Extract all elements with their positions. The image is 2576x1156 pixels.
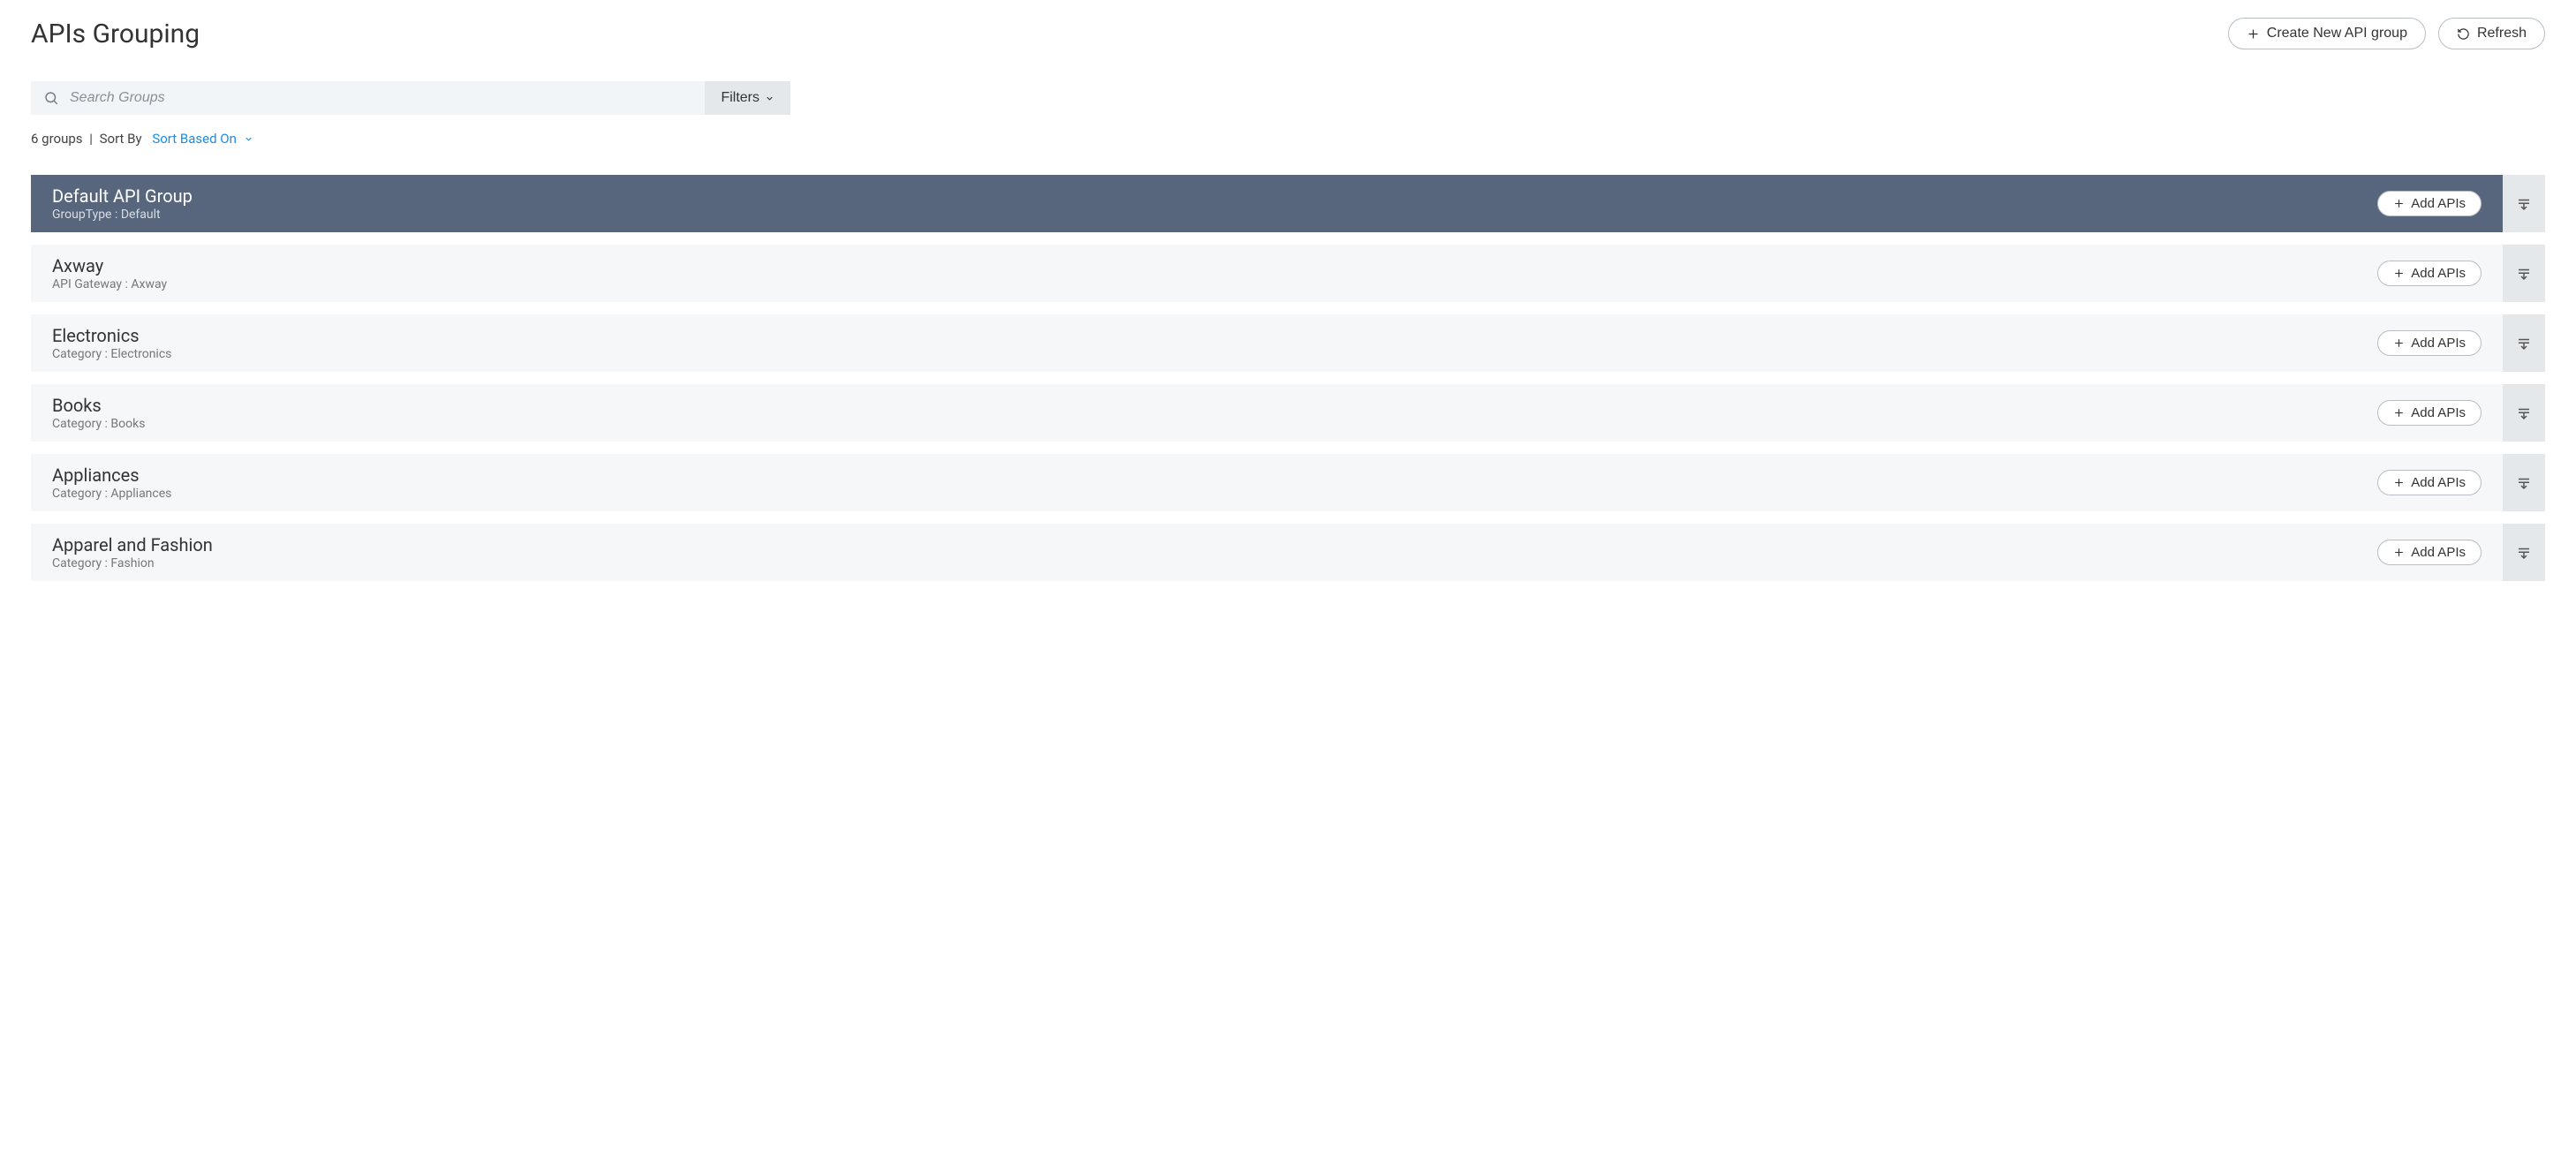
group-row: ElectronicsCategory : Electronics Add API…: [31, 314, 2545, 372]
add-apis-button[interactable]: Add APIs: [2377, 540, 2482, 565]
plus-icon: [2393, 198, 2405, 209]
chevron-down-icon: [244, 134, 253, 144]
expand-group-button[interactable]: [2503, 524, 2545, 581]
group-title: Axway: [52, 255, 167, 276]
add-apis-label: Add APIs: [2411, 196, 2466, 211]
sort-based-on-link[interactable]: Sort Based On: [152, 131, 253, 147]
group-subtitle: Category : Fashion: [52, 556, 213, 570]
group-subtitle: API Gateway : Axway: [52, 277, 167, 291]
group-row: BooksCategory : Books Add APIs: [31, 384, 2545, 442]
group-count: 6 groups: [31, 131, 83, 147]
filters-label: Filters: [721, 90, 759, 106]
group-main[interactable]: BooksCategory : Books Add APIs: [31, 384, 2503, 442]
expand-down-icon: [2516, 266, 2532, 282]
add-apis-label: Add APIs: [2411, 475, 2466, 490]
create-new-api-group-button[interactable]: Create New API group: [2228, 18, 2426, 49]
expand-down-icon: [2516, 405, 2532, 421]
refresh-icon: [2457, 27, 2470, 41]
create-button-label: Create New API group: [2267, 26, 2407, 42]
expand-down-icon: [2516, 545, 2532, 561]
search-input[interactable]: [70, 90, 692, 106]
expand-group-button[interactable]: [2503, 245, 2545, 302]
group-subtitle: GroupType : Default: [52, 208, 193, 222]
add-apis-label: Add APIs: [2411, 266, 2466, 281]
page-title: APIs Grouping: [31, 19, 200, 49]
search-container: [31, 81, 705, 115]
separator: |: [87, 131, 96, 147]
expand-group-button[interactable]: [2503, 454, 2545, 511]
sort-by-label: Sort By: [100, 131, 142, 147]
sort-link-label: Sort Based On: [152, 131, 237, 147]
group-row: Default API GroupGroupType : Default Add …: [31, 175, 2545, 232]
group-main[interactable]: AppliancesCategory : Appliances Add APIs: [31, 454, 2503, 511]
page-header: APIs Grouping Create New API group Refre…: [31, 18, 2545, 49]
group-main[interactable]: ElectronicsCategory : Electronics Add API…: [31, 314, 2503, 372]
group-info: AppliancesCategory : Appliances: [52, 465, 171, 501]
group-main[interactable]: Default API GroupGroupType : Default Add …: [31, 175, 2503, 232]
group-main[interactable]: Apparel and FashionCategory : Fashion Add…: [31, 524, 2503, 581]
group-subtitle: Category : Electronics: [52, 347, 171, 361]
group-info: BooksCategory : Books: [52, 395, 145, 431]
group-row: Apparel and FashionCategory : Fashion Add…: [31, 524, 2545, 581]
add-apis-button[interactable]: Add APIs: [2377, 191, 2482, 216]
group-row: AppliancesCategory : Appliances Add APIs: [31, 454, 2545, 511]
filters-button[interactable]: Filters: [705, 81, 790, 115]
add-apis-label: Add APIs: [2411, 336, 2466, 351]
expand-group-button[interactable]: [2503, 384, 2545, 442]
group-info: AxwayAPI Gateway : Axway: [52, 255, 167, 291]
expand-down-icon: [2516, 475, 2532, 491]
add-apis-button[interactable]: Add APIs: [2377, 470, 2482, 495]
group-subtitle: Category : Books: [52, 417, 145, 431]
group-title: Appliances: [52, 465, 171, 486]
plus-icon: [2393, 407, 2405, 419]
header-actions: Create New API group Refresh: [2228, 18, 2545, 49]
group-subtitle: Category : Appliances: [52, 487, 171, 501]
plus-icon: [2393, 547, 2405, 558]
add-apis-button[interactable]: Add APIs: [2377, 330, 2482, 356]
add-apis-button[interactable]: Add APIs: [2377, 400, 2482, 426]
add-apis-label: Add APIs: [2411, 405, 2466, 420]
add-apis-label: Add APIs: [2411, 545, 2466, 560]
group-row: AxwayAPI Gateway : Axway Add APIs: [31, 245, 2545, 302]
refresh-button[interactable]: Refresh: [2438, 18, 2545, 49]
plus-icon: [2393, 337, 2405, 349]
plus-icon: [2393, 268, 2405, 279]
group-title: Books: [52, 395, 145, 416]
group-title: Electronics: [52, 325, 171, 346]
add-apis-button[interactable]: Add APIs: [2377, 261, 2482, 286]
group-title: Apparel and Fashion: [52, 534, 213, 555]
expand-down-icon: [2516, 336, 2532, 351]
search-icon: [43, 90, 59, 106]
group-info: ElectronicsCategory : Electronics: [52, 325, 171, 361]
search-bar: Filters: [31, 81, 790, 115]
expand-group-button[interactable]: [2503, 175, 2545, 232]
group-list: Default API GroupGroupType : Default Add …: [31, 175, 2545, 581]
refresh-button-label: Refresh: [2477, 26, 2527, 42]
plus-icon: [2393, 477, 2405, 488]
sort-row: 6 groups | Sort By Sort Based On: [31, 131, 2545, 147]
group-info: Apparel and FashionCategory : Fashion: [52, 534, 213, 570]
group-title: Default API Group: [52, 185, 193, 207]
expand-down-icon: [2516, 196, 2532, 212]
group-main[interactable]: AxwayAPI Gateway : Axway Add APIs: [31, 245, 2503, 302]
plus-icon: [2247, 27, 2260, 41]
group-info: Default API GroupGroupType : Default: [52, 185, 193, 222]
chevron-down-icon: [765, 94, 774, 103]
expand-group-button[interactable]: [2503, 314, 2545, 372]
